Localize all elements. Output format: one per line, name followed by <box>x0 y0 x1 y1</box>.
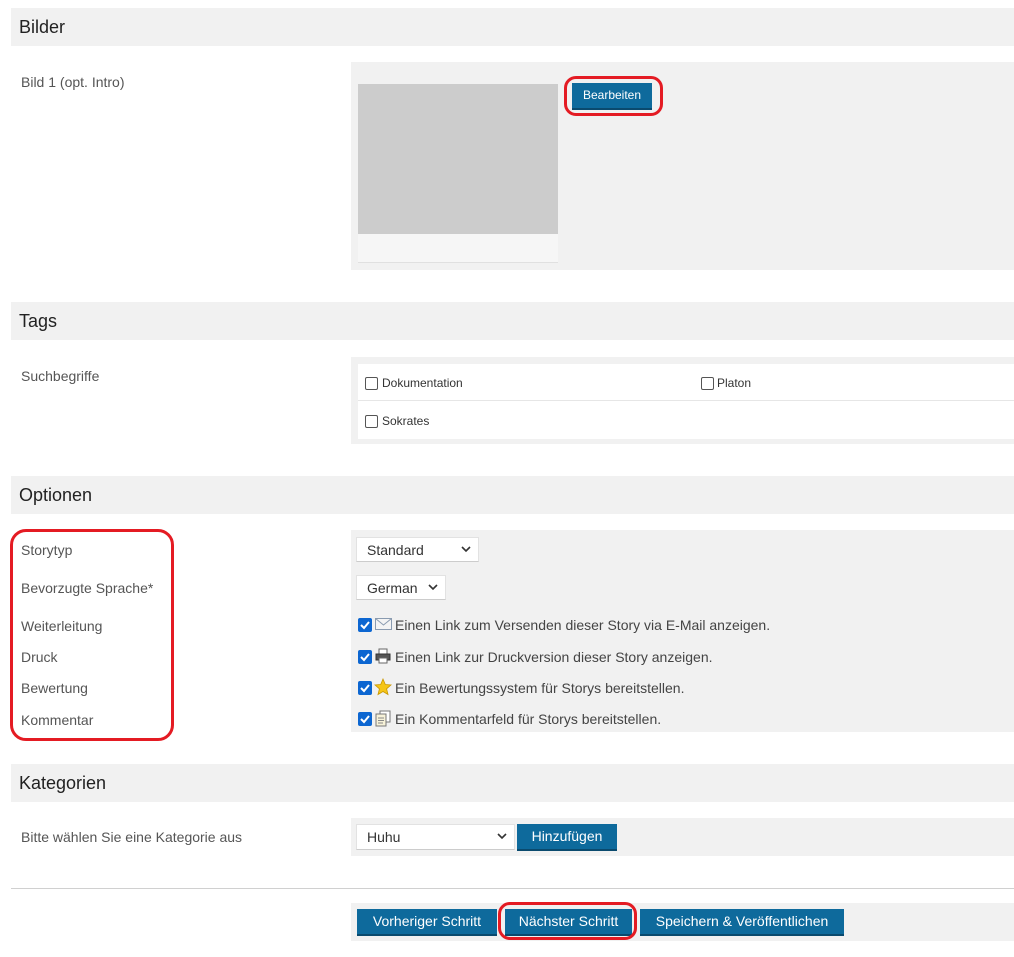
sprache-label: Bevorzugte Sprache* <box>21 580 154 596</box>
image-placeholder[interactable] <box>358 84 558 234</box>
kommentar-label: Kommentar <box>21 712 94 728</box>
divider <box>11 888 1014 889</box>
bewertung-label: Bewertung <box>21 680 88 696</box>
image-label: Bild 1 (opt. Intro) <box>21 74 125 90</box>
chevron-down-icon <box>460 542 472 559</box>
tag-label: Platon <box>717 376 752 390</box>
section-title: Optionen <box>19 485 93 505</box>
storytyp-select[interactable]: Standard <box>356 537 479 562</box>
storytyp-label: Storytyp <box>21 542 73 558</box>
tag-checkbox-platon[interactable] <box>701 377 714 390</box>
kommentar-text: Ein Kommentarfeld für Storys bereitstell… <box>395 711 662 727</box>
tag-checkbox-dokumentation[interactable] <box>365 377 378 390</box>
druck-label: Druck <box>21 649 58 665</box>
next-step-button[interactable]: Nächster Schritt <box>505 909 632 936</box>
image-caption-area <box>358 234 558 263</box>
printer-icon <box>375 648 391 669</box>
druck-text: Einen Link zur Druckversion dieser Story… <box>395 649 713 665</box>
tag-label: Sokrates <box>382 414 430 428</box>
bewertung-text: Ein Bewertungssystem für Storys bereitst… <box>395 680 685 696</box>
chevron-down-icon <box>427 580 439 597</box>
tag-label: Dokumentation <box>382 376 463 390</box>
sprache-select[interactable]: German <box>356 575 446 600</box>
image-panel <box>351 62 1014 270</box>
kategorie-value: Huhu <box>367 829 401 845</box>
tags-label: Suchbegriffe <box>21 368 100 384</box>
section-header-tags: Tags <box>11 302 1014 340</box>
weiterleitung-checkbox[interactable] <box>358 618 372 632</box>
section-title: Bilder <box>19 17 66 37</box>
edit-image-button[interactable]: Bearbeiten <box>572 83 652 110</box>
section-header-optionen: Optionen <box>11 476 1014 514</box>
druck-checkbox[interactable] <box>358 650 372 664</box>
tag-checkbox-sokrates[interactable] <box>365 415 378 428</box>
add-category-button[interactable]: Hinzufügen <box>517 824 617 851</box>
bewertung-checkbox[interactable] <box>358 681 372 695</box>
tags-panel <box>351 357 1014 444</box>
section-header-kategorien: Kategorien <box>11 764 1014 802</box>
kategorie-label: Bitte wählen Sie eine Kategorie aus <box>21 829 243 845</box>
envelope-icon <box>375 617 392 636</box>
tags-row <box>358 401 1014 439</box>
save-publish-button[interactable]: Speichern & Veröffentlichen <box>640 909 844 936</box>
section-title: Kategorien <box>19 773 107 793</box>
star-icon <box>374 677 392 701</box>
section-title: Tags <box>19 311 58 331</box>
section-header-bilder: Bilder <box>11 8 1014 46</box>
storytyp-value: Standard <box>367 542 424 558</box>
kommentar-checkbox[interactable] <box>358 712 372 726</box>
weiterleitung-label: Weiterleitung <box>21 618 103 634</box>
previous-step-button[interactable]: Vorheriger Schritt <box>357 909 497 936</box>
kategorie-select[interactable]: Huhu <box>356 824 515 850</box>
highlight-options-labels <box>10 529 174 741</box>
comment-icon <box>375 710 391 732</box>
sprache-value: German <box>367 580 418 596</box>
chevron-down-icon <box>496 829 508 846</box>
weiterleitung-text: Einen Link zum Versenden dieser Story vi… <box>395 617 771 633</box>
